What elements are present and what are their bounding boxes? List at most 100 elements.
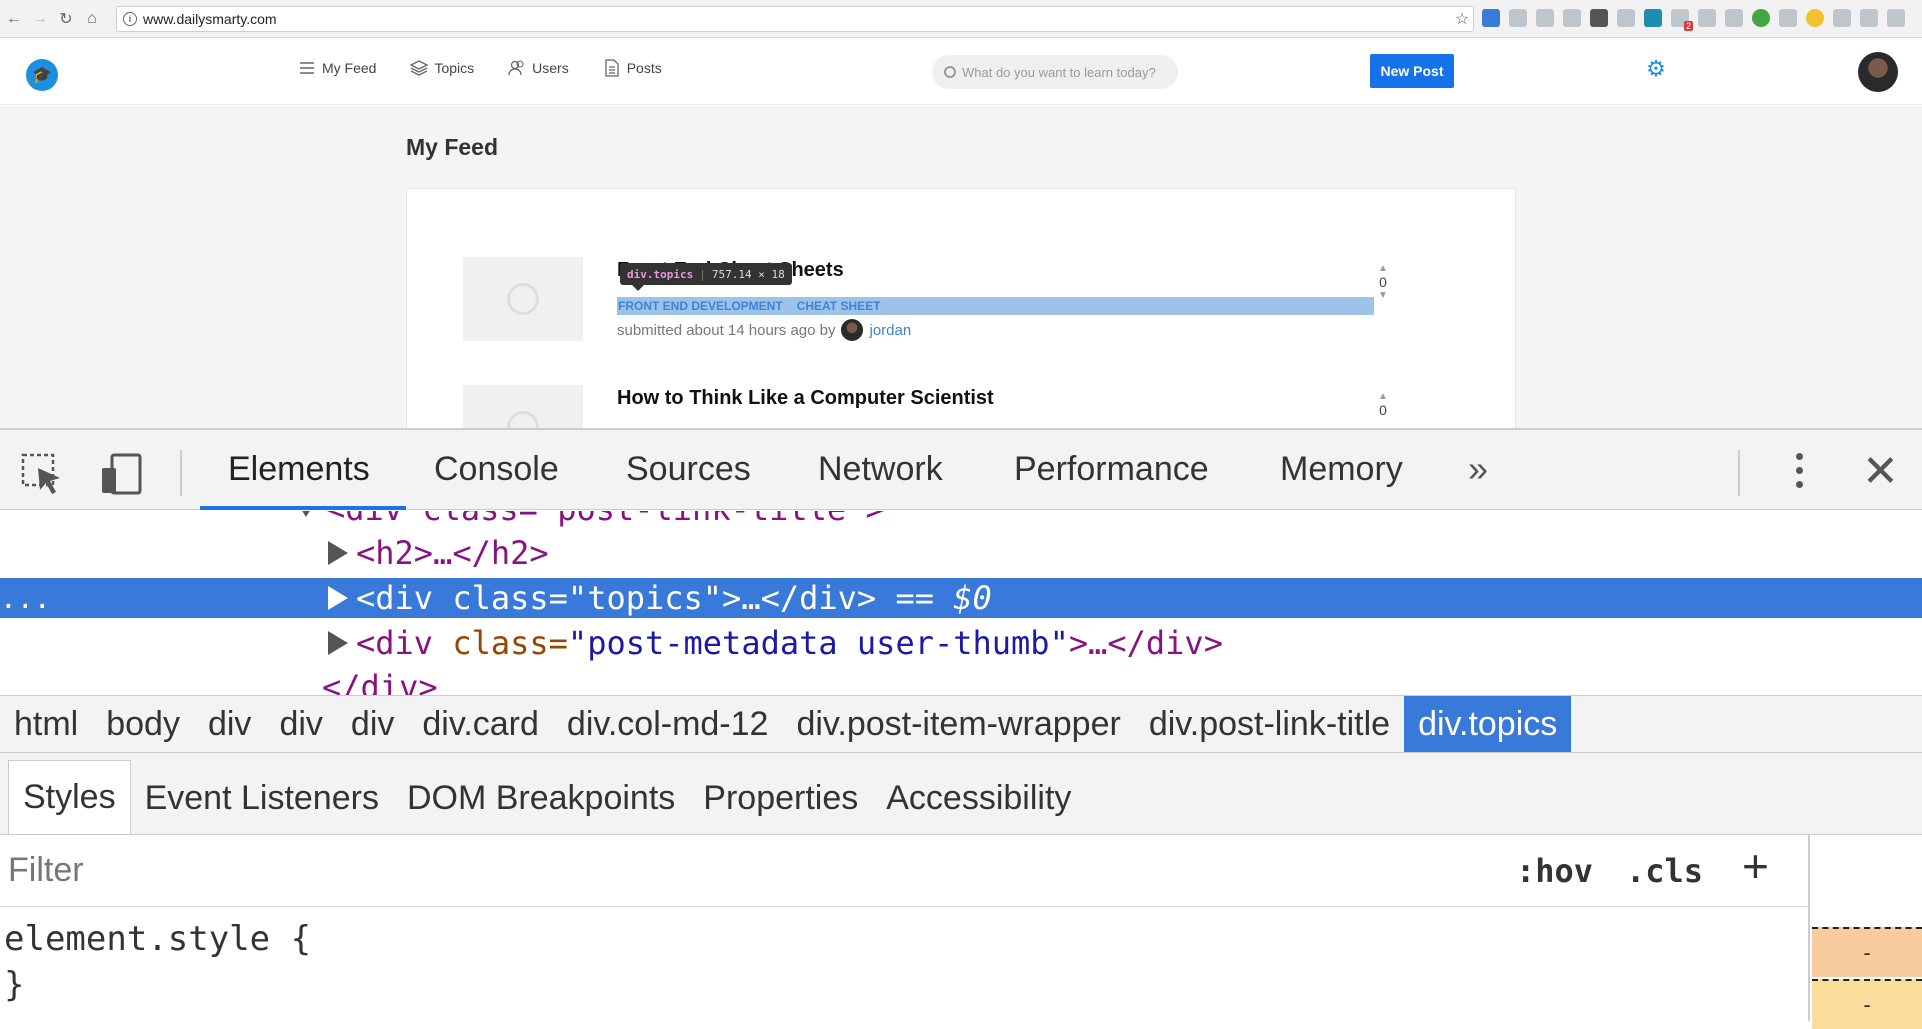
- extension-icon[interactable]: [1509, 9, 1527, 27]
- nav-label: Users: [532, 60, 569, 76]
- collapse-triangle-icon[interactable]: [296, 511, 316, 517]
- search-input[interactable]: What do you want to learn today?: [932, 55, 1178, 89]
- gutter-ellipsis[interactable]: ...: [0, 582, 51, 615]
- nav-my-feed[interactable]: My Feed: [298, 59, 376, 77]
- info-icon[interactable]: i: [123, 12, 137, 26]
- tab-console[interactable]: Console: [434, 450, 559, 489]
- extension-icon[interactable]: [1617, 9, 1635, 27]
- breadcrumb-item[interactable]: body: [92, 696, 194, 752]
- cls-toggle-button[interactable]: .cls: [1626, 852, 1703, 890]
- breadcrumb-item[interactable]: div.card: [408, 696, 553, 752]
- toolbar-divider: [1738, 450, 1740, 496]
- extension-icon[interactable]: [1860, 9, 1878, 27]
- tab-sources[interactable]: Sources: [626, 450, 751, 489]
- tab-event-listeners[interactable]: Event Listeners: [131, 762, 393, 834]
- dom-node-line[interactable]: <h2>…</h2>: [328, 533, 549, 573]
- breadcrumb-item-active[interactable]: div.topics: [1404, 696, 1572, 752]
- dom-tag-text: >…</div>: [722, 579, 877, 617]
- gear-icon[interactable]: ⚙: [1644, 57, 1668, 81]
- extension-icon[interactable]: [1482, 9, 1500, 27]
- dom-tag-text: <h2>…</h2>: [356, 534, 549, 572]
- breadcrumb-item[interactable]: div.post-item-wrapper: [782, 696, 1134, 752]
- tooltip-selector: div.topics: [627, 267, 694, 281]
- dom-attr-value: "topics": [567, 579, 723, 617]
- dom-tag-text: <div: [356, 624, 434, 662]
- inspect-element-icon[interactable]: [20, 452, 64, 496]
- devtools-panel: Elements Console Sources Network Perform…: [0, 428, 1922, 1029]
- extension-icon[interactable]: [1590, 9, 1608, 27]
- downvote-icon[interactable]: ▼: [1376, 290, 1390, 301]
- nav-posts[interactable]: Posts: [603, 59, 662, 77]
- avatar[interactable]: [1858, 52, 1898, 92]
- tab-styles[interactable]: Styles: [8, 760, 131, 834]
- extension-icon[interactable]: 2: [1671, 9, 1693, 31]
- vote-widget: ▲ 0: [1376, 391, 1390, 428]
- breadcrumb-item[interactable]: html: [0, 696, 92, 752]
- breadcrumb-item[interactable]: div: [194, 696, 265, 752]
- author-avatar[interactable]: [841, 319, 864, 341]
- topic-link[interactable]: CHEAT SHEET: [797, 299, 881, 313]
- breadcrumb-item[interactable]: div: [337, 696, 408, 752]
- nav-topics[interactable]: Topics: [410, 59, 474, 77]
- tab-elements[interactable]: Elements: [228, 450, 370, 489]
- new-post-button[interactable]: New Post: [1370, 54, 1454, 88]
- box-model-border[interactable]: -: [1812, 979, 1922, 1029]
- expand-triangle-icon[interactable]: [328, 631, 348, 655]
- upvote-icon[interactable]: ▲: [1376, 263, 1390, 274]
- forward-icon[interactable]: →: [28, 7, 52, 31]
- box-model-margin[interactable]: -: [1812, 927, 1922, 977]
- breadcrumb-item[interactable]: div: [265, 696, 336, 752]
- kebab-menu-icon[interactable]: [1796, 450, 1804, 496]
- extension-icon[interactable]: [1536, 9, 1554, 27]
- expand-triangle-icon[interactable]: [328, 541, 348, 565]
- breadcrumb-item[interactable]: div.col-md-12: [553, 696, 783, 752]
- extension-icon[interactable]: [1806, 9, 1824, 27]
- inspect-tooltip: div.topics | 757.14 × 18: [620, 263, 792, 291]
- hov-toggle-button[interactable]: :hov: [1516, 852, 1593, 890]
- close-icon[interactable]: ✕: [1862, 446, 1899, 497]
- placeholder-logo-icon: [507, 283, 539, 315]
- topic-link[interactable]: FRONT END DEVELOPMENT: [618, 299, 783, 313]
- post-title[interactable]: How to Think Like a Computer Scientist: [617, 387, 994, 410]
- extension-icon[interactable]: [1887, 9, 1905, 27]
- device-toolbar-icon[interactable]: [100, 452, 144, 496]
- dom-node-line[interactable]: <div class= "post-metadata user-thumb" >…<…: [328, 623, 1223, 663]
- home-icon[interactable]: ⌂: [80, 7, 104, 31]
- breadcrumb-item[interactable]: div.post-link-title: [1135, 696, 1404, 752]
- post-item: Front End Cheat Sheets FRONT END DEVELOP…: [463, 257, 1393, 367]
- dom-node-line[interactable]: </div>: [322, 667, 438, 695]
- post-thumbnail[interactable]: [463, 385, 583, 428]
- author-link[interactable]: jordan: [869, 322, 911, 339]
- vote-count: 0: [1379, 274, 1387, 290]
- dom-console-ref: == $0: [876, 579, 992, 617]
- bookmark-star-icon[interactable]: ☆: [1451, 9, 1473, 29]
- dom-node-line[interactable]: <div class="post-link-title">: [296, 511, 885, 529]
- extension-icon[interactable]: [1644, 9, 1662, 27]
- new-style-rule-button[interactable]: +: [1742, 839, 1769, 893]
- extension-icon[interactable]: [1725, 9, 1743, 27]
- extension-icon[interactable]: [1752, 9, 1770, 27]
- cast-icon[interactable]: [1698, 9, 1716, 27]
- dom-node-line-selected[interactable]: ... <div class= "topics" >…</div> == $0: [0, 578, 1922, 618]
- back-icon[interactable]: ←: [2, 7, 26, 31]
- extension-icon[interactable]: [1563, 9, 1581, 27]
- nav-users[interactable]: Users: [508, 59, 569, 77]
- extension-icon[interactable]: [1833, 9, 1851, 27]
- reload-icon[interactable]: ↻: [54, 7, 78, 31]
- post-metadata: submitted about 14 hours ago by jordan: [617, 319, 911, 341]
- filter-input[interactable]: Filter: [8, 851, 84, 890]
- site-logo[interactable]: 🎓: [26, 59, 58, 91]
- element-style-rule[interactable]: element.style {: [4, 919, 311, 959]
- extension-icon[interactable]: [1779, 9, 1797, 27]
- tab-memory[interactable]: Memory: [1280, 450, 1403, 489]
- tab-accessibility[interactable]: Accessibility: [872, 762, 1085, 834]
- upvote-icon[interactable]: ▲: [1376, 391, 1390, 402]
- address-bar[interactable]: i www.dailysmarty.com ☆: [116, 6, 1474, 32]
- expand-triangle-icon[interactable]: [328, 586, 348, 610]
- tab-network[interactable]: Network: [818, 450, 943, 489]
- tab-dom-breakpoints[interactable]: DOM Breakpoints: [393, 762, 689, 834]
- post-thumbnail[interactable]: [463, 257, 583, 341]
- tab-performance[interactable]: Performance: [1014, 450, 1209, 489]
- more-tabs-icon[interactable]: »: [1468, 448, 1488, 490]
- tab-properties[interactable]: Properties: [689, 762, 872, 834]
